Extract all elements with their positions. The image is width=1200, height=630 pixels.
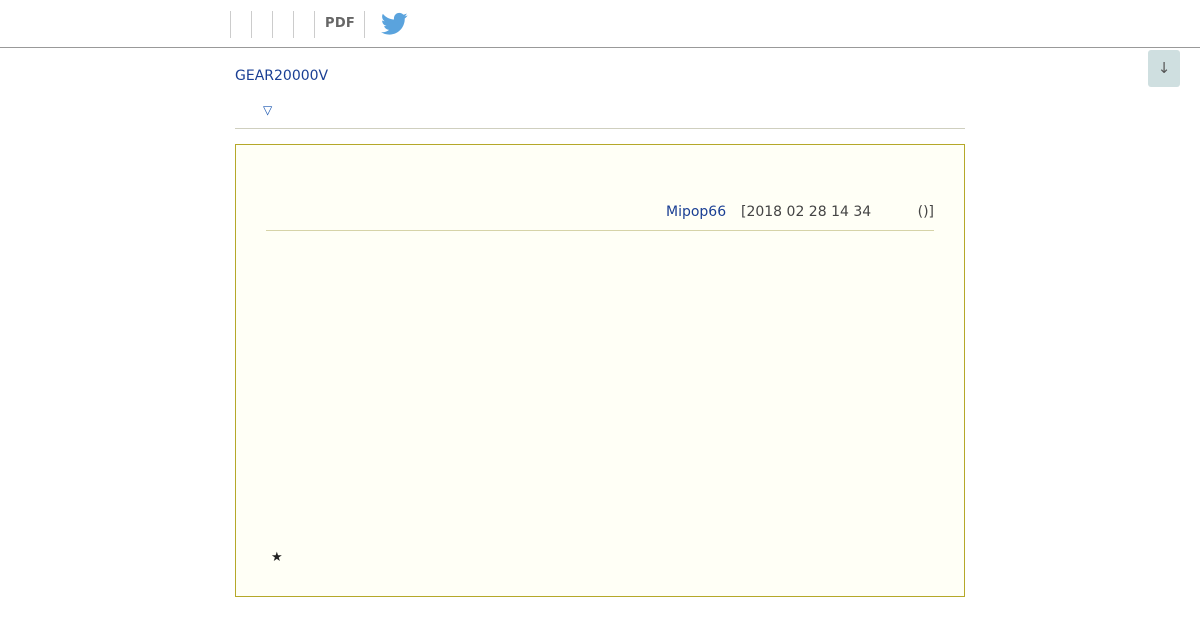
toolbar-separator (364, 11, 365, 38)
section-divider (235, 128, 965, 129)
expand-toggle-icon[interactable]: ▽ (263, 103, 272, 117)
twitter-bird-icon (381, 12, 408, 35)
toolbar-separator (230, 11, 231, 38)
author-link[interactable]: Mipop66 (666, 204, 726, 220)
scroll-down-button[interactable]: ↓ (1148, 50, 1180, 87)
twitter-share-button[interactable] (381, 12, 408, 36)
toolbar-separator (251, 11, 252, 38)
toolbar-separator (272, 11, 273, 38)
review-meta: Mipop66 [2018 02 28 14 34 ()] (266, 203, 934, 231)
pdf-link[interactable]: PDF (325, 16, 355, 31)
rating-star-icon: ★ (271, 550, 283, 565)
top-toolbar: PDF (0, 0, 1200, 48)
product-name-link[interactable]: GEAR20000V (235, 68, 328, 84)
toolbar-separator (293, 11, 294, 38)
post-count: ()] (917, 204, 934, 220)
post-date: [2018 02 28 14 34 (741, 204, 872, 220)
toolbar-separator (314, 11, 315, 38)
review-card: Mipop66 [2018 02 28 14 34 ()] ★ (235, 144, 965, 597)
